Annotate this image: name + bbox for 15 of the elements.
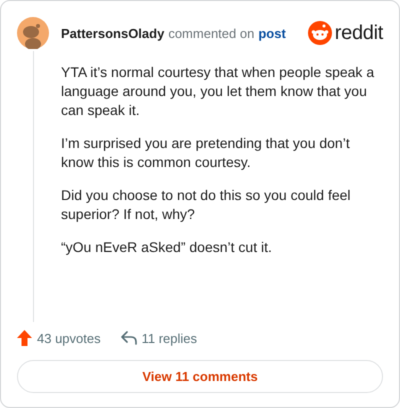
comment-paragraph: I’m surprised you are pretending that you don’t know this is common courtesy.: [61, 134, 351, 172]
reply-count: 11 replies: [142, 330, 198, 346]
reply-icon[interactable]: [120, 331, 137, 345]
reddit-logo-icon: [308, 21, 332, 45]
view-comments-button[interactable]: View 11 comments: [17, 360, 383, 393]
avatar-icon: [17, 17, 49, 49]
brand-name: reddit: [334, 22, 383, 44]
upvote-icon[interactable]: [17, 330, 32, 346]
comment-paragraph: Did you choose to not do this so you could feel superior? If not, why?: [61, 186, 352, 224]
comment-paragraph: YTA it’s normal courtesy that when people speak a language around you, you let them know that you can speak it.: [61, 63, 376, 120]
post-link[interactable]: post: [258, 26, 286, 40]
upvote-count: 43 upvotes: [37, 330, 101, 346]
action-text: commented on: [168, 26, 254, 40]
comment-paragraph: “yOu nEveR aSked” doesn’t cut it.: [61, 238, 273, 257]
author-name[interactable]: PattersonsOlady: [61, 26, 164, 40]
